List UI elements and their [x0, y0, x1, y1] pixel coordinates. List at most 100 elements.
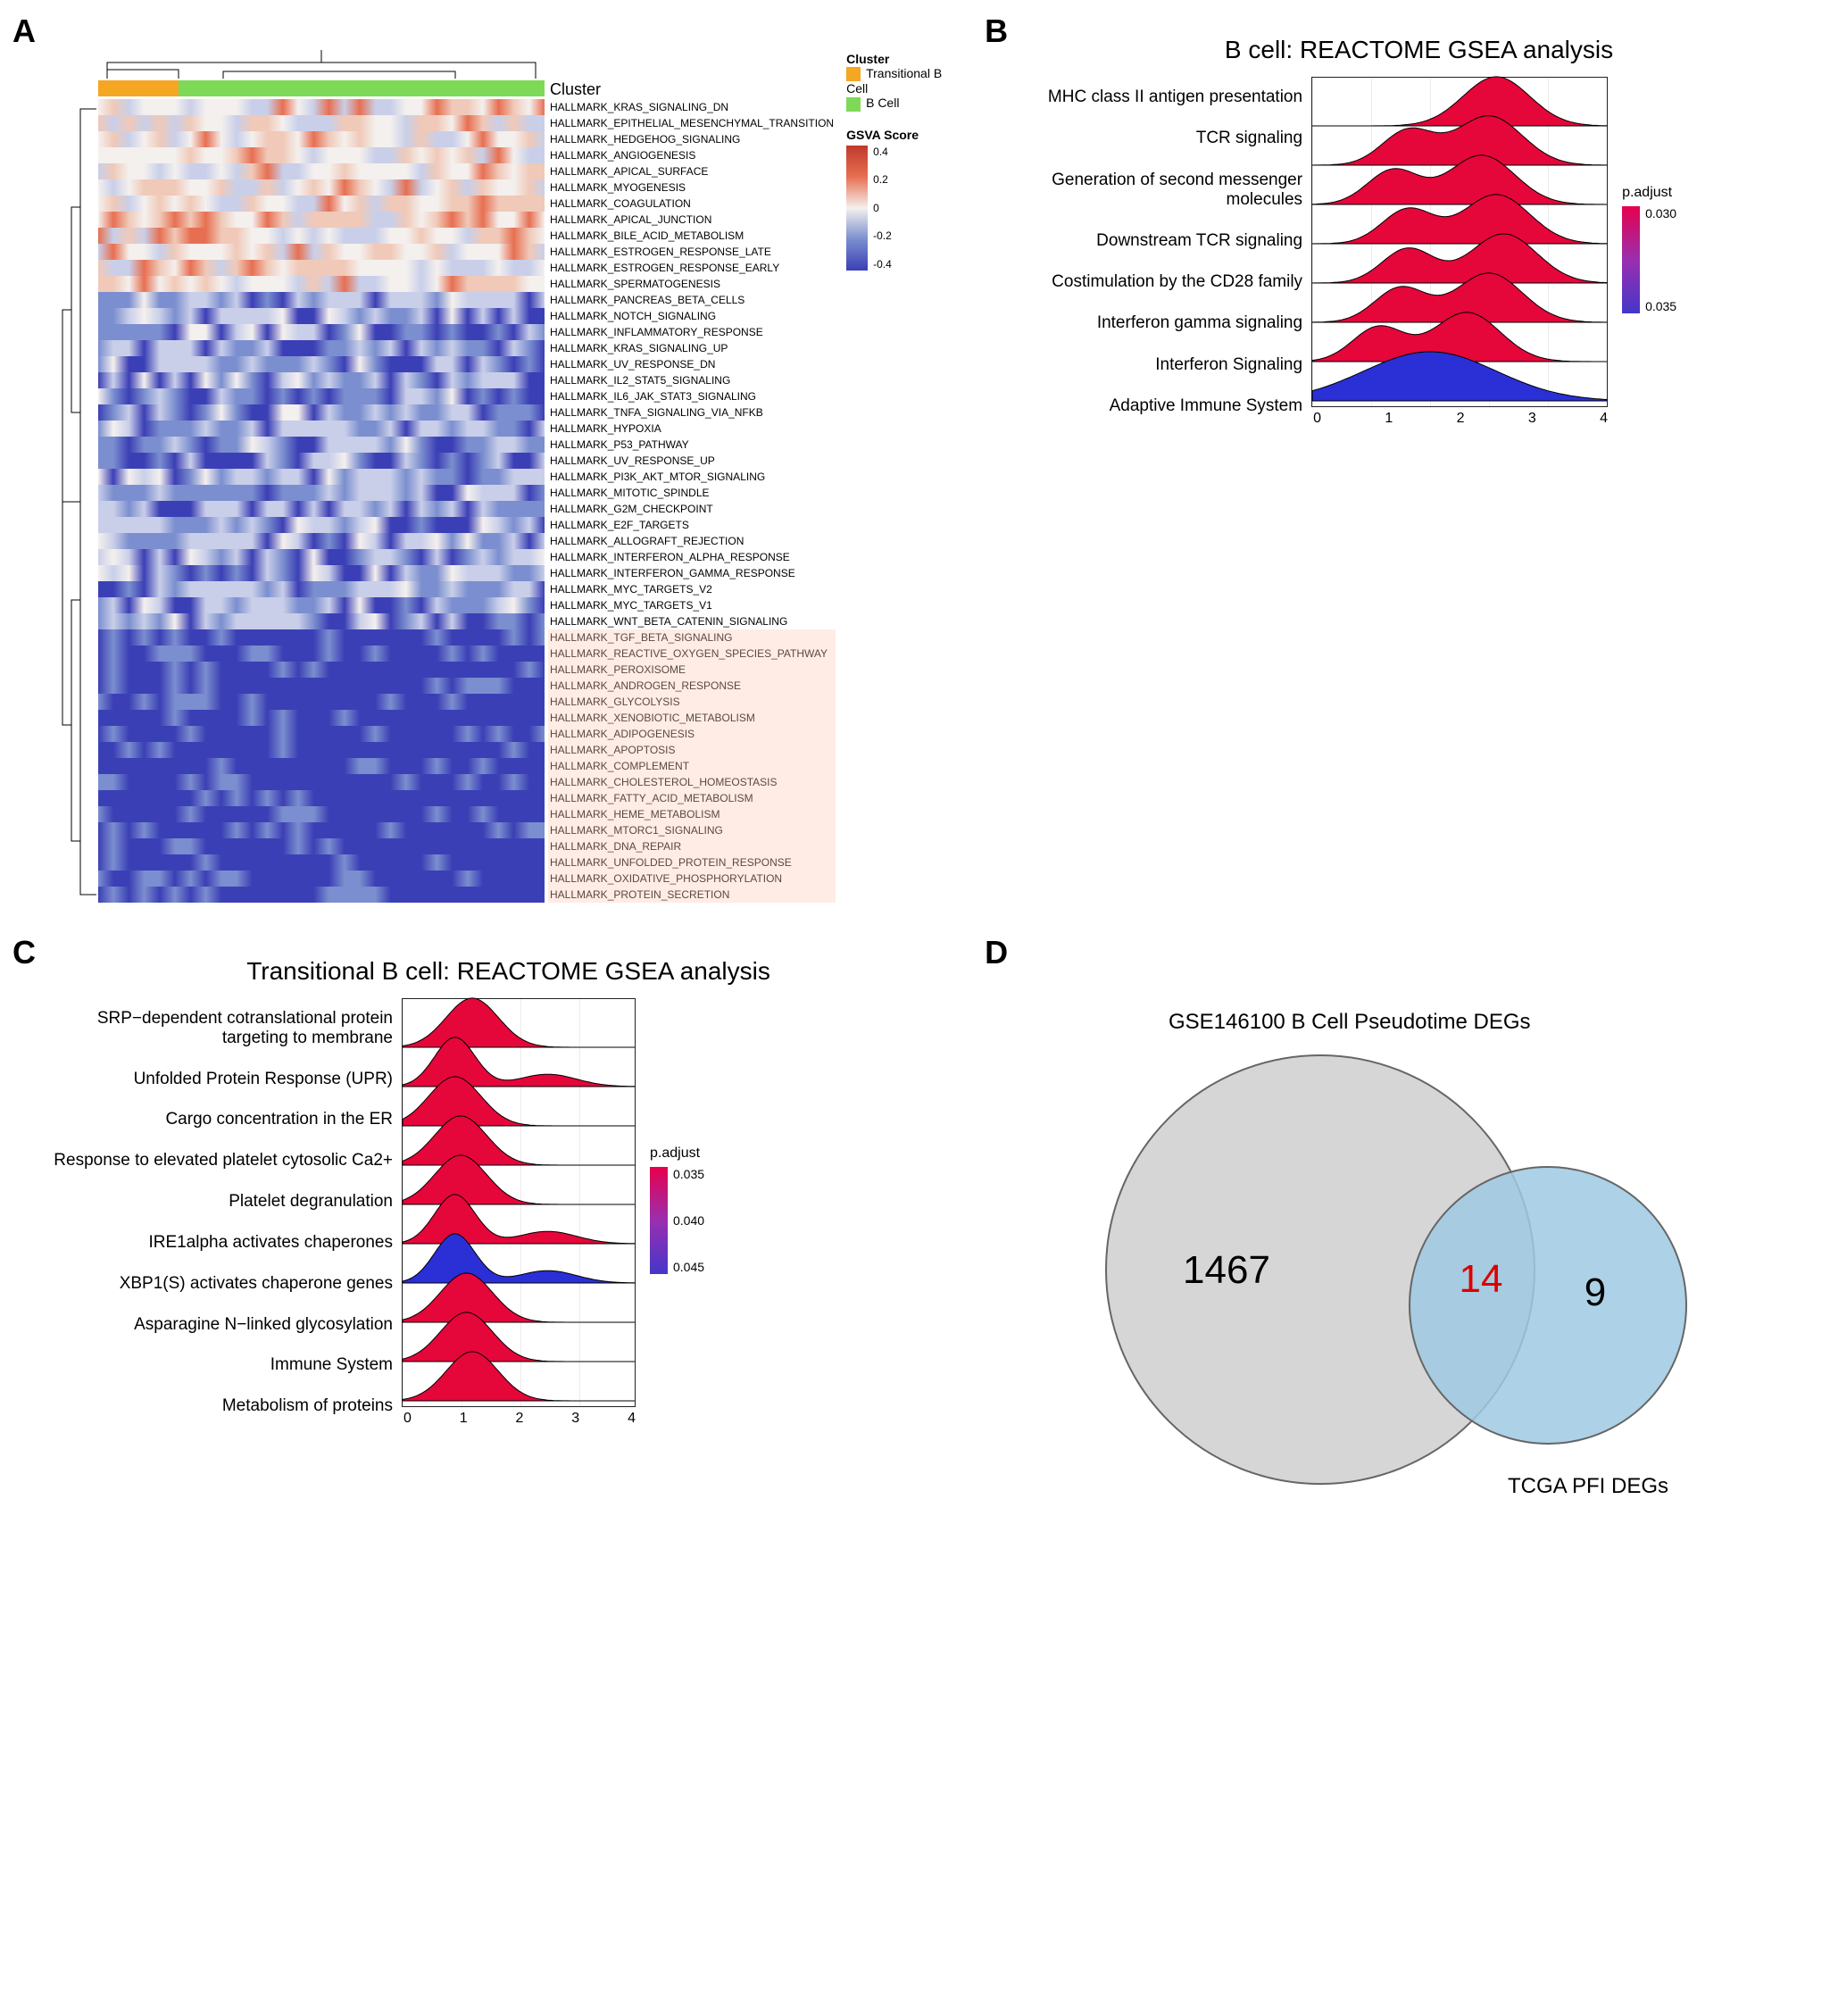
heatmap-row-label: HALLMARK_ANGIOGENESIS — [550, 147, 834, 163]
ridge-c-labels: SRP−dependent cotranslational protein ta… — [54, 998, 402, 1427]
heatmap-row-label: HALLMARK_COAGULATION — [550, 196, 834, 212]
ridge-label: Immune System — [54, 1355, 393, 1375]
heatmap-row — [98, 421, 545, 437]
panel-a-label: A — [12, 12, 36, 50]
heatmap-row — [98, 485, 545, 501]
heatmap-row — [98, 854, 545, 871]
heatmap-row — [98, 726, 545, 742]
heatmap-row — [98, 597, 545, 613]
heatmap-row-label: HALLMARK_EPITHELIAL_MESENCHYMAL_TRANSITI… — [550, 115, 834, 131]
cluster-legend-title: Cluster — [846, 52, 963, 66]
panel-d: D GSE146100 B Cell Pseudotime DEGs 1467 … — [990, 939, 1812, 1529]
padj-colorbar-c: 0.0350.0400.045 — [650, 1167, 668, 1274]
heatmap-row-label: HALLMARK_NOTCH_SIGNALING — [550, 308, 834, 324]
heatmap-row-labels: HALLMARK_KRAS_SIGNALING_DNHALLMARK_EPITH… — [550, 99, 834, 903]
heatmap-row-label: HALLMARK_APICAL_JUNCTION — [550, 212, 834, 228]
heatmap-row-label: HALLMARK_TNFA_SIGNALING_VIA_NFKB — [550, 404, 834, 421]
padj-colorbar-b: 0.0300.035 — [1622, 206, 1640, 313]
heatmap-row — [98, 887, 545, 903]
ridge-b-plot — [1311, 77, 1608, 407]
heatmap-row — [98, 196, 545, 212]
heatmap-row — [98, 629, 545, 646]
heatmap-row — [98, 694, 545, 710]
cluster-color-bar — [98, 80, 545, 96]
heatmap-row — [98, 131, 545, 147]
ridge-c-plot — [402, 998, 636, 1407]
heatmap-row — [98, 292, 545, 308]
heatmap-row — [98, 437, 545, 453]
heatmap-row-label: HALLMARK_MITOTIC_SPINDLE — [550, 485, 834, 501]
panel-c: C Transitional B cell: REACTOME GSEA ana… — [18, 939, 963, 1529]
venn-intersection: 14 — [1460, 1257, 1503, 1301]
heatmap-row-label: HALLMARK_INTERFERON_GAMMA_RESPONSE — [550, 565, 834, 581]
heatmap-row-label: HALLMARK_PI3K_AKT_MTOR_SIGNALING — [550, 469, 834, 485]
heatmap-row-label: HALLMARK_IL6_JAK_STAT3_SIGNALING — [550, 388, 834, 404]
ridge-label: MHC class II antigen presentation — [1026, 87, 1302, 107]
heatmap-row — [98, 806, 545, 822]
heatmap-row — [98, 678, 545, 694]
heatmap-row — [98, 244, 545, 260]
heatmap-row-label: HALLMARK_MYOGENESIS — [550, 179, 834, 196]
panel-a: A — [18, 18, 963, 904]
ridge-label: Costimulation by the CD28 family — [1026, 272, 1302, 292]
padj-title-b: p.adjust — [1622, 185, 1672, 201]
heatmap-row-label: HALLMARK_MTORC1_SIGNALING — [550, 822, 834, 838]
heatmap-body — [98, 99, 545, 903]
ridge-label: Interferon Signaling — [1026, 355, 1302, 375]
heatmap-row-label: HALLMARK_HEME_METABOLISM — [550, 806, 834, 822]
heatmap-row-label: HALLMARK_MYC_TARGETS_V1 — [550, 597, 834, 613]
gsva-colorbar: 0.40.20-0.2-0.4 — [846, 146, 868, 271]
heatmap-row — [98, 469, 545, 485]
heatmap-row-label: HALLMARK_FATTY_ACID_METABOLISM — [550, 790, 834, 806]
ridge-label: Platelet degranulation — [54, 1192, 393, 1212]
heatmap-row-label: HALLMARK_APICAL_SURFACE — [550, 163, 834, 179]
padj-legend-c: p.adjust 0.0350.0400.045 — [650, 1145, 700, 1279]
heatmap-row — [98, 774, 545, 790]
ridge-label: Adaptive Immune System — [1026, 396, 1302, 416]
heatmap-row-label: HALLMARK_ANDROGEN_RESPONSE — [550, 678, 834, 694]
heatmap-row — [98, 276, 545, 292]
heatmap-row — [98, 260, 545, 276]
heatmap-row — [98, 372, 545, 388]
heatmap-row-label: HALLMARK_ALLOGRAFT_REJECTION — [550, 533, 834, 549]
heatmap-row — [98, 533, 545, 549]
heatmap-row-label: HALLMARK_ESTROGEN_RESPONSE_EARLY — [550, 260, 834, 276]
heatmap-row-label: HALLMARK_BILE_ACID_METABOLISM — [550, 228, 834, 244]
padj-legend-b: p.adjust 0.0300.035 — [1622, 185, 1672, 319]
ridge-label: SRP−dependent cotranslational protein ta… — [54, 1009, 393, 1048]
heatmap-row-label: HALLMARK_PEROXISOME — [550, 662, 834, 678]
heatmap-row — [98, 179, 545, 196]
ridge-label: Cargo concentration in the ER — [54, 1110, 393, 1129]
heatmap-row-label: HALLMARK_ADIPOGENESIS — [550, 726, 834, 742]
column-dendrogram — [98, 45, 834, 80]
heatmap-row-label: HALLMARK_E2F_TARGETS — [550, 517, 834, 533]
ridge-label: XBP1(S) activates chaperone genes — [54, 1274, 393, 1294]
heatmap-row-label: HALLMARK_REACTIVE_OXYGEN_SPECIES_PATHWAY — [550, 646, 834, 662]
heatmap-row-label: HALLMARK_GLYCOLYSIS — [550, 694, 834, 710]
heatmap-row — [98, 228, 545, 244]
panel-b-title: B cell: REACTOME GSEA analysis — [1026, 36, 1812, 64]
ridge-row — [1312, 349, 1607, 401]
heatmap-row — [98, 453, 545, 469]
heatmap-row — [98, 115, 545, 131]
venn-right-count: 9 — [1585, 1270, 1606, 1314]
heatmap-row-label: HALLMARK_APOPTOSIS — [550, 742, 834, 758]
heatmap-row-label: HALLMARK_P53_PATHWAY — [550, 437, 834, 453]
heatmap-row-label: HALLMARK_INFLAMMATORY_RESPONSE — [550, 324, 834, 340]
heatmap-row-label: HALLMARK_TGF_BETA_SIGNALING — [550, 629, 834, 646]
heatmap-row-label: HALLMARK_HEDGEHOG_SIGNALING — [550, 131, 834, 147]
heatmap-row-label: HALLMARK_CHOLESTEROL_HOMEOSTASIS — [550, 774, 834, 790]
heatmap-row — [98, 549, 545, 565]
gsva-legend-title: GSVA Score — [846, 128, 963, 142]
heatmap-row-label: HALLMARK_WNT_BETA_CATENIN_SIGNALING — [550, 613, 834, 629]
heatmap-row — [98, 613, 545, 629]
heatmap-row-label: HALLMARK_ESTROGEN_RESPONSE_LATE — [550, 244, 834, 260]
heatmap-row-label: HALLMARK_HYPOXIA — [550, 421, 834, 437]
venn-left-count: 1467 — [1183, 1248, 1270, 1292]
heatmap-row — [98, 565, 545, 581]
heatmap-row — [98, 501, 545, 517]
heatmap-row — [98, 710, 545, 726]
ridge-label: Generation of second messenger molecules — [1026, 171, 1302, 210]
heatmap-row — [98, 212, 545, 228]
heatmap-row — [98, 163, 545, 179]
